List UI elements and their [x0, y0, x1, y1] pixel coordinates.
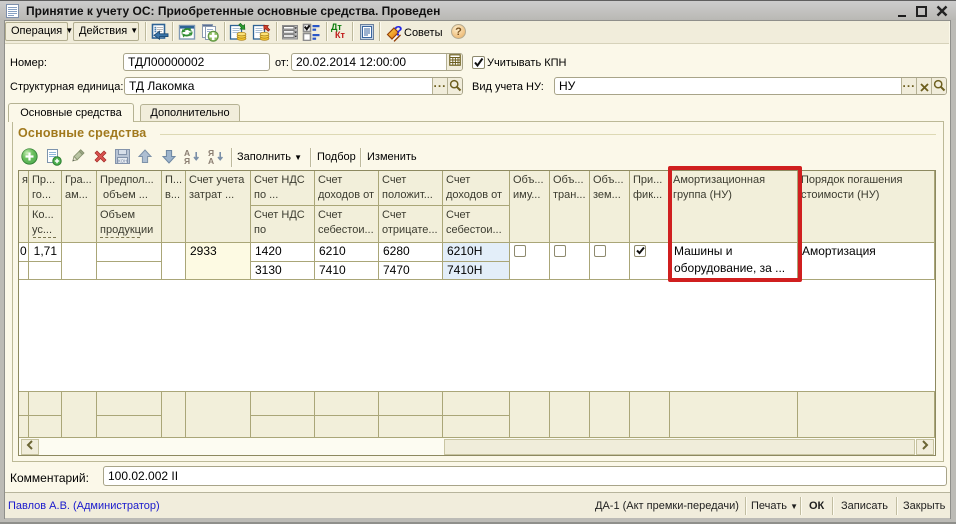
svg-text:КОН: КОН: [118, 159, 127, 164]
svg-text:?: ?: [394, 23, 403, 39]
svg-text:А: А: [208, 156, 214, 165]
svg-text:Я: Я: [184, 156, 190, 165]
